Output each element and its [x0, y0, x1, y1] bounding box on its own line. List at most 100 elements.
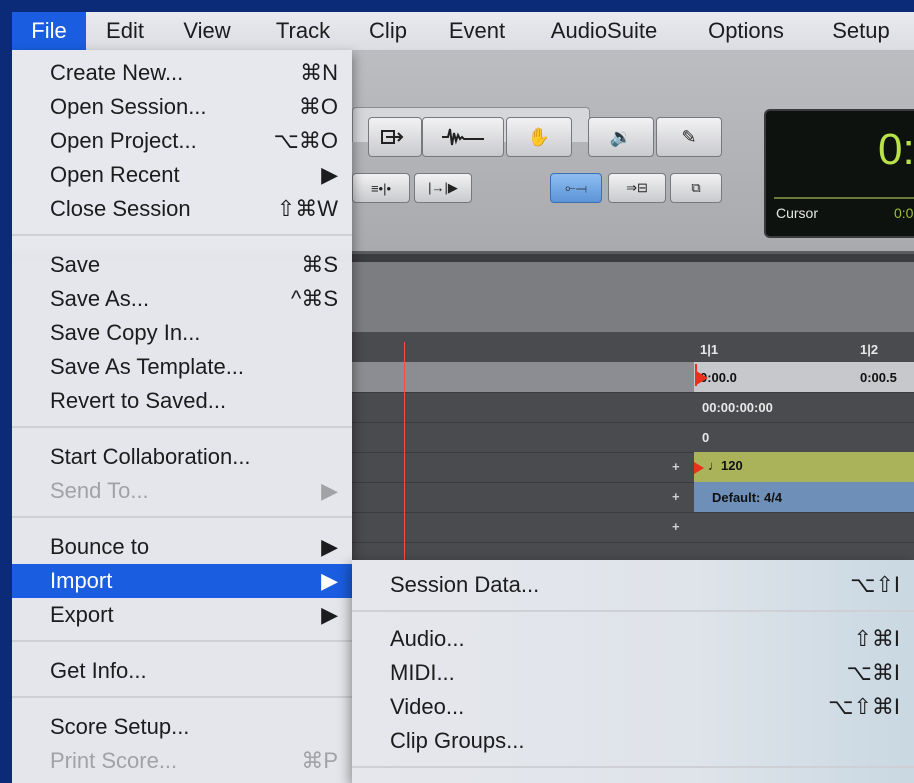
menu-event[interactable]: Event [436, 12, 518, 50]
submenu-arrow-icon: ▶ [321, 534, 338, 559]
menu-separator [352, 610, 914, 612]
menu-item-label: Open Recent [50, 162, 180, 187]
link-track-button[interactable]: ⇒⊟ [608, 173, 666, 203]
menu-item-bounce-to[interactable]: Bounce to ▶ [12, 530, 352, 564]
menu-item-label: Import [50, 568, 113, 593]
menu-item-shortcut: ⌘S [301, 252, 338, 277]
insertion-follow-button[interactable]: ⧉ [670, 173, 722, 203]
samples-ruler: 0 [352, 422, 914, 453]
menu-edit[interactable]: Edit [92, 12, 158, 50]
minsecs-label-b: 0:00.5 [860, 370, 897, 385]
playhead-marker-icon [695, 364, 708, 386]
menu-item-open-recent[interactable]: Open Recent ▶ [12, 158, 352, 192]
bar-label-1: 1|1 [700, 342, 719, 357]
shuffle-mode-button[interactable]: ≡•|• [352, 173, 410, 203]
menu-item-shortcut: ⌥⌘I [846, 660, 900, 685]
cursor-value: 0:0 [894, 205, 914, 221]
scrubber-tool-button[interactable]: 🔉 [588, 117, 654, 157]
menu-item-get-info[interactable]: Get Info... [12, 654, 352, 688]
submenu-arrow-icon: ▶ [321, 602, 338, 627]
menu-item-export[interactable]: Export ▶ [12, 598, 352, 632]
menu-item-label: Save As... [50, 286, 150, 311]
menu-separator [12, 426, 352, 428]
menu-options[interactable]: Options [692, 12, 800, 50]
menu-item-label: Print Score... [50, 748, 178, 773]
spot-mode-icon: |→|▶ [428, 180, 458, 195]
menu-item-close-session[interactable]: Close Session ⇧⌘W [12, 192, 352, 226]
menu-item-shortcut: ⌘P [301, 748, 338, 773]
add-meter-button[interactable]: + [672, 489, 680, 504]
add-key-button[interactable]: + [672, 519, 680, 534]
menu-item-label: Create New... [50, 60, 184, 85]
minsecs-ruler: 0:00.0 0:00.5 [352, 362, 914, 393]
trim-tool-button[interactable] [422, 117, 504, 157]
submenu-item-audio[interactable]: Audio... ⇧⌘I [352, 622, 914, 656]
submenu-arrow-icon: ▶ [321, 162, 338, 187]
samples-label: 0 [702, 430, 710, 445]
zoom-toggle-button[interactable] [368, 117, 422, 157]
menu-item-shortcut: ⌥⌘O [273, 128, 338, 153]
menu-item-label: Video... [390, 694, 465, 719]
playhead-line [404, 342, 405, 562]
menu-item-revert-to-saved[interactable]: Revert to Saved... [12, 384, 352, 418]
link-timeline-button[interactable]: ⟜⟞ [550, 173, 602, 203]
speaker-icon: 🔉 [609, 126, 633, 147]
submenu-item-video[interactable]: Video... ⌥⇧⌘I [352, 690, 914, 724]
menu-bar: File Edit View Track Clip Event AudioSui… [12, 12, 914, 51]
submenu-arrow-icon: ▶ [321, 478, 338, 503]
timecode-label: 00:00:00:00 [702, 400, 773, 415]
menu-view[interactable]: View [170, 12, 244, 50]
insertion-icon: ⧉ [691, 180, 701, 195]
menu-item-print-score: Print Score... ⌘P [12, 744, 352, 778]
counter-divider [774, 197, 914, 199]
waveform-icon [442, 128, 484, 146]
menu-item-save-as-template[interactable]: Save As Template... [12, 350, 352, 384]
timeline-rulers: 1|1 1|2 0:00.0 0:00.5 00:00:00:00 0 + ♩1… [352, 332, 914, 562]
menu-item-open-session[interactable]: Open Session... ⌘O [12, 90, 352, 124]
menu-item-label: MIDI... [390, 660, 455, 685]
spot-mode-button[interactable]: |→|▶ [414, 173, 472, 203]
key-ruler: + [352, 512, 914, 543]
pencil-tool-button[interactable]: ✎ [656, 117, 722, 157]
add-tempo-button[interactable]: + [672, 459, 680, 474]
menu-item-label: Get Info... [50, 658, 147, 683]
submenu-item-midi[interactable]: MIDI... ⌥⌘I [352, 656, 914, 690]
menu-item-open-project[interactable]: Open Project... ⌥⌘O [12, 124, 352, 158]
menu-clip[interactable]: Clip [356, 12, 420, 50]
menu-item-send-to: Send To... ▶ [12, 474, 352, 508]
menu-item-label: Save [50, 252, 101, 277]
menu-track[interactable]: Track [262, 12, 344, 50]
menu-item-save-copy-in[interactable]: Save Copy In... [12, 316, 352, 350]
menu-item-create-new[interactable]: Create New... ⌘N [12, 56, 352, 90]
submenu-item-clip-groups[interactable]: Clip Groups... [352, 724, 914, 758]
menu-separator [12, 234, 352, 236]
menu-item-save[interactable]: Save ⌘S [12, 248, 352, 282]
hand-icon: ✋ [527, 126, 551, 147]
bars-beats-ruler: 1|1 1|2 [352, 332, 914, 363]
menu-item-shortcut: ⌥⇧I [850, 572, 900, 597]
counter-value: 0: [878, 125, 914, 174]
grabber-tool-button[interactable]: ✋ [506, 117, 572, 157]
menu-item-import[interactable]: Import ▶ [12, 564, 352, 598]
file-menu: Create New... ⌘N Open Session... ⌘O Open… [12, 50, 352, 783]
menu-item-score-setup[interactable]: Score Setup... [12, 710, 352, 744]
menu-item-label: Save As Template... [50, 354, 245, 379]
menu-item-label: Audio... [390, 626, 465, 651]
submenu-item-session-data[interactable]: Session Data... ⌥⇧I [352, 568, 914, 602]
cursor-label: Cursor [776, 205, 819, 221]
menu-item-label: Open Session... [50, 94, 207, 119]
zoom-toggle-icon [381, 130, 404, 144]
app-window: File Edit View Track Clip Event AudioSui… [12, 12, 914, 783]
menu-file[interactable]: File [12, 12, 86, 50]
menu-item-start-collaboration[interactable]: Start Collaboration... [12, 440, 352, 474]
pencil-icon: ✎ [681, 126, 697, 147]
menu-item-label: Bounce to [50, 534, 150, 559]
bar-label-2: 1|2 [860, 342, 879, 357]
menu-item-label: Export [50, 602, 114, 627]
menu-item-label: Close Session [50, 196, 191, 221]
meter-label: Default: 4/4 [712, 490, 783, 505]
menu-setup[interactable]: Setup [816, 12, 906, 50]
menu-item-save-as[interactable]: Save As... ^⌘S [12, 282, 352, 316]
menu-audiosuite[interactable]: AudioSuite [532, 12, 676, 50]
import-submenu: Session Data... ⌥⇧I Audio... ⇧⌘I MIDI...… [352, 560, 914, 783]
